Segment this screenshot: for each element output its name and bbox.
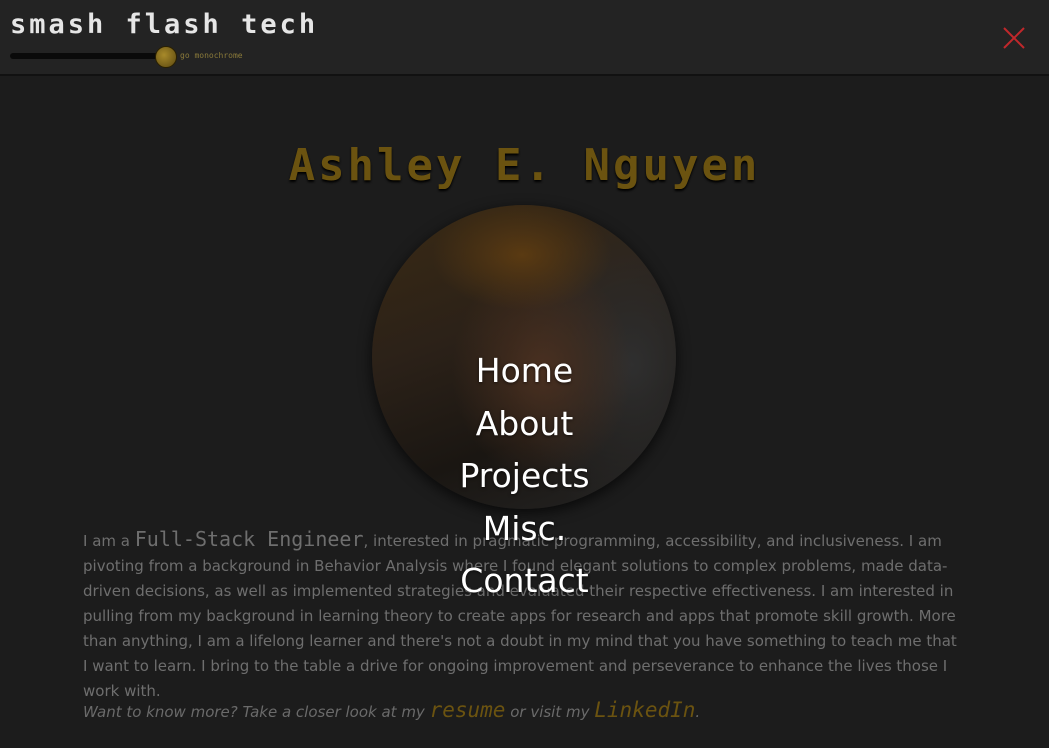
nav-about[interactable]: About xyxy=(0,398,1049,451)
nav-contact[interactable]: Contact xyxy=(0,555,1049,608)
slider-label: go monochrome xyxy=(180,51,243,60)
slider-track[interactable] xyxy=(10,53,170,59)
nav-projects[interactable]: Projects xyxy=(0,450,1049,503)
nav-misc[interactable]: Misc. xyxy=(0,503,1049,556)
overlay-nav-menu: Home About Projects Misc. Contact xyxy=(0,345,1049,608)
cta-suffix: . xyxy=(695,703,701,721)
resume-link[interactable]: resume xyxy=(430,698,506,722)
cta-prefix: Want to know more? Take a closer look at… xyxy=(83,703,430,721)
close-menu-button[interactable] xyxy=(999,23,1029,53)
profile-name: Ashley E. Nguyen xyxy=(288,140,761,191)
monochrome-slider[interactable]: go monochrome xyxy=(8,46,258,68)
cta-line: Want to know more? Take a closer look at… xyxy=(83,698,963,722)
nav-home[interactable]: Home xyxy=(0,345,1049,398)
close-icon xyxy=(1003,27,1025,49)
slider-thumb[interactable] xyxy=(155,46,177,68)
site-header: smash flash tech go monochrome xyxy=(0,0,1049,76)
site-logo[interactable]: smash flash tech xyxy=(10,10,318,40)
linkedin-link[interactable]: LinkedIn xyxy=(594,698,695,722)
cta-middle: or visit my xyxy=(505,703,595,721)
